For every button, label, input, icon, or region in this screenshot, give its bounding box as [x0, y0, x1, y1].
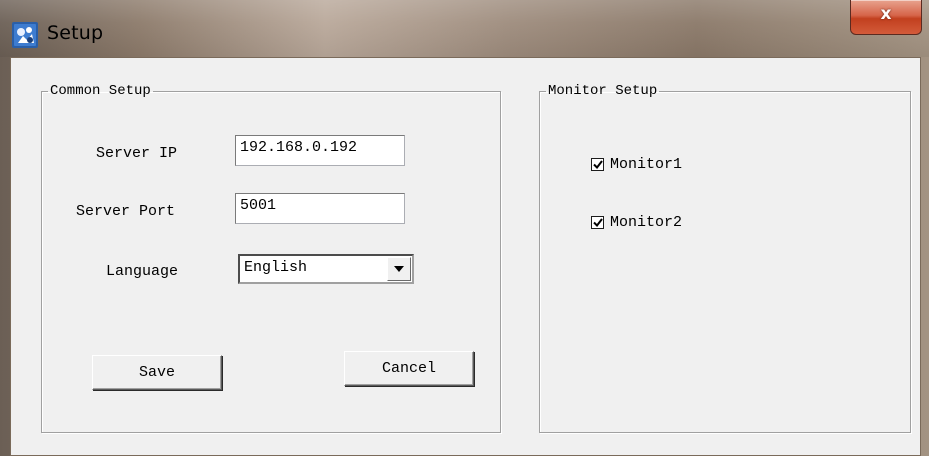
- monitor-setup-legend: Monitor Setup: [548, 83, 658, 99]
- server-port-label: Server Port: [76, 203, 176, 220]
- checkbox-checked-icon[interactable]: [591, 158, 604, 171]
- server-ip-label: Server IP: [96, 145, 178, 162]
- language-selected-value: English: [244, 259, 308, 276]
- monitor-setup-group: Monitor Setup Monitor1 Monitor2: [539, 83, 911, 433]
- client-area: Common Setup Server IP 192.168.0.192 Ser…: [10, 57, 921, 456]
- server-port-input[interactable]: 5001: [235, 193, 405, 224]
- common-setup-group: Common Setup Server IP 192.168.0.192 Ser…: [41, 83, 501, 433]
- language-select[interactable]: English: [238, 254, 414, 284]
- monitor1-checkbox[interactable]: Monitor1: [591, 156, 682, 173]
- monitor2-label: Monitor2: [610, 214, 683, 231]
- monitor2-checkbox[interactable]: Monitor2: [591, 214, 682, 231]
- common-setup-legend: Common Setup: [50, 83, 151, 99]
- server-ip-input[interactable]: 192.168.0.192: [235, 135, 405, 166]
- cancel-button[interactable]: Cancel: [344, 351, 474, 386]
- close-button[interactable]: x: [850, 0, 922, 35]
- window-title: Setup: [47, 22, 104, 44]
- save-button[interactable]: Save: [92, 355, 222, 390]
- monitor1-label: Monitor1: [610, 156, 683, 173]
- close-icon: x: [880, 4, 892, 24]
- checkbox-checked-icon[interactable]: [591, 216, 604, 229]
- setup-window: Setup x Common Setup Server IP 192.168.0…: [0, 0, 929, 456]
- language-label: Language: [106, 263, 179, 280]
- dropdown-arrow-icon[interactable]: [387, 257, 411, 281]
- title-bar[interactable]: Setup x: [0, 0, 929, 57]
- app-icon: [12, 22, 38, 48]
